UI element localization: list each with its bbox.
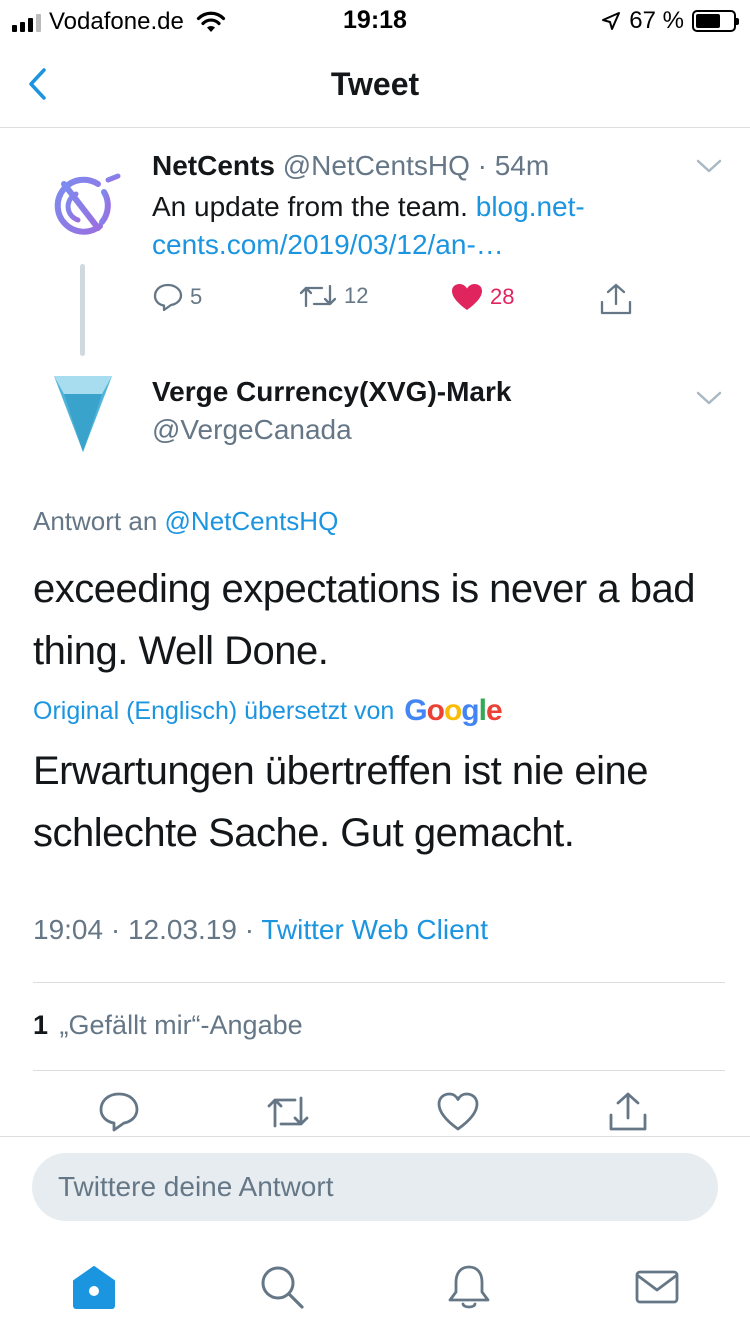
google-logo-letter: o	[443, 694, 462, 727]
page-title: Tweet	[330, 66, 420, 102]
parent-tweet-text: An update from the team. blog.net-cents.…	[152, 188, 672, 264]
retweet-icon	[299, 284, 337, 308]
main-tweet-text: exceeding expectations is never a bad th…	[33, 567, 695, 673]
translated-by-label: Original (Englisch) übersetzt von	[33, 696, 395, 725]
google-logo-letter: l	[478, 694, 487, 727]
home-icon[interactable]	[69, 1262, 119, 1312]
like-button[interactable]: 28	[450, 282, 514, 312]
reply-input[interactable]: Twittere deine Antwort	[32, 1153, 718, 1221]
netcents-avatar[interactable]	[42, 170, 124, 242]
main-author-handle[interactable]: @VergeCanada	[152, 414, 352, 446]
reply-bar: Twittere deine Antwort	[0, 1136, 750, 1236]
status-bar: Vodafone.de 19:18 67 %	[0, 0, 750, 40]
google-logo-letter: o	[426, 694, 445, 727]
translation-attribution[interactable]: Original (Englisch) übersetzt von Google	[33, 694, 503, 728]
parent-tweet-body: An update from the team.	[152, 191, 468, 222]
replying-prefix: Antwort an	[33, 506, 158, 536]
google-logo: Google	[404, 694, 503, 728]
translated-tweet-text: Erwartungen übertreffen ist nie eine sch…	[33, 749, 649, 855]
retweet-button[interactable]: 12	[298, 282, 368, 310]
parent-tweet-header: NetCents @NetCentsHQ · 54m	[152, 150, 549, 182]
likes-summary-count: 1	[33, 1010, 49, 1040]
thread-connector-line	[80, 264, 85, 356]
bell-icon[interactable]	[444, 1262, 494, 1312]
heart-filled-icon	[452, 284, 482, 310]
retweet-icon[interactable]	[266, 1090, 310, 1134]
like-count: 28	[490, 284, 515, 309]
verge-avatar[interactable]	[52, 372, 114, 454]
status-right: 67 %	[601, 7, 739, 35]
search-icon[interactable]	[257, 1262, 307, 1312]
parent-handle-time: @NetCentsHQ · 54m	[282, 150, 550, 181]
likes-summary[interactable]: 1 „Gefällt mir“-Angabe	[33, 1010, 303, 1041]
replying-to-line: Antwort an @NetCentsHQ	[33, 506, 338, 537]
replying-to-handle[interactable]: @NetCentsHQ	[165, 506, 339, 536]
google-logo-letter: g	[461, 694, 479, 727]
mail-icon[interactable]	[632, 1262, 682, 1312]
tab-bar	[0, 1240, 750, 1334]
reply-icon	[153, 283, 183, 312]
share-icon[interactable]	[606, 1090, 650, 1134]
main-tweet-actions	[0, 1090, 750, 1138]
share-icon	[600, 283, 632, 315]
chevron-down-icon[interactable]	[696, 158, 722, 174]
share-button[interactable]	[598, 282, 634, 316]
heart-icon[interactable]	[436, 1090, 480, 1134]
tweet-client-link[interactable]: Twitter Web Client	[261, 914, 488, 945]
google-logo-letter: e	[485, 694, 503, 727]
divider	[33, 982, 725, 983]
parent-tweet-actions: 5 12 28	[152, 282, 642, 322]
location-arrow-icon	[602, 12, 621, 30]
google-logo-letter: G	[404, 694, 427, 727]
reply-button[interactable]: 5	[152, 282, 202, 312]
parent-author-name[interactable]: NetCents	[152, 150, 275, 181]
battery-fill	[696, 14, 721, 28]
tweet-meta: 19:04 · 12.03.19 · Twitter Web Client	[33, 914, 488, 946]
chevron-down-icon[interactable]	[696, 390, 722, 406]
battery-icon	[692, 10, 739, 32]
likes-summary-label: „Gefällt mir“-Angabe	[59, 1010, 303, 1040]
battery-percentage: 67 %	[629, 7, 684, 34]
tweet-timestamp: 19:04 · 12.03.19 ·	[33, 914, 255, 945]
main-author-name[interactable]: Verge Currency(XVG)-Mark	[152, 376, 511, 408]
nav-bar: Tweet	[0, 40, 750, 128]
reply-icon[interactable]	[97, 1090, 141, 1134]
reply-count: 5	[190, 284, 203, 309]
divider	[33, 1070, 725, 1071]
retweet-count: 12	[344, 283, 369, 308]
